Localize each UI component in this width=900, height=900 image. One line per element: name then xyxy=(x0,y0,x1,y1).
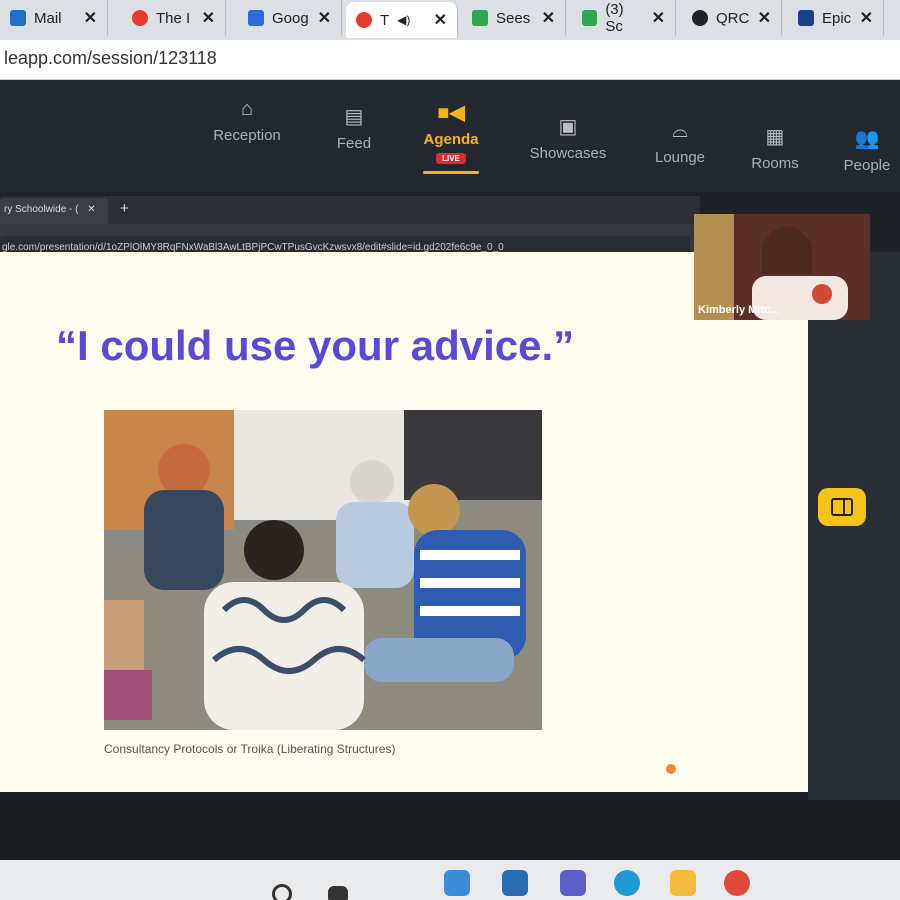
qr-icon xyxy=(692,10,708,26)
close-icon[interactable]: ✕ xyxy=(652,8,665,28)
active-underline xyxy=(423,171,479,174)
tab-label: Mail xyxy=(34,9,62,27)
close-icon[interactable]: ✕ xyxy=(434,10,447,30)
shared-browser-tabs: ry Schoolwide - ( ✕ + xyxy=(0,196,700,224)
group-discussion-photo xyxy=(104,410,542,730)
tab-label: T xyxy=(380,11,390,29)
close-icon[interactable]: ✕ xyxy=(84,8,97,28)
people-icon: 👥 xyxy=(854,128,880,150)
close-icon[interactable]: ✕ xyxy=(860,8,873,28)
speaker-icon[interactable]: ◀) xyxy=(397,13,410,27)
app-icon[interactable] xyxy=(444,870,470,896)
url-text[interactable]: leapp.com/session/123118 xyxy=(4,48,217,69)
red-dot-icon xyxy=(356,12,372,28)
chrome-icon[interactable] xyxy=(724,870,750,896)
nav-reception[interactable]: ⌂ Reception xyxy=(206,98,288,144)
feed-icon: ▤ xyxy=(344,106,364,128)
browser-tab-6[interactable]: (3) Sc ✕ xyxy=(572,0,676,36)
browser-tab-8[interactable]: Epic ✕ xyxy=(788,0,884,36)
close-icon[interactable]: ✕ xyxy=(202,8,215,28)
tab-label: Epic xyxy=(822,9,852,27)
address-bar[interactable]: leapp.com/session/123118 xyxy=(0,40,900,80)
browser-tab-7[interactable]: QRC ✕ xyxy=(682,0,782,36)
app-nav: ⌂ Reception ▤ Feed ■◀ Agenda LIVE ▣ Show… xyxy=(0,80,900,192)
tab-label: (3) Sc xyxy=(605,1,624,35)
browser-tab-2[interactable]: The I ✕ xyxy=(122,0,226,36)
tab-label: Goog xyxy=(272,9,309,27)
tab-label: Sees xyxy=(496,9,531,27)
right-panel xyxy=(808,252,900,800)
nav-lounge[interactable]: ⌓ Lounge xyxy=(652,120,708,166)
edge-icon[interactable] xyxy=(614,870,640,896)
new-tab-icon[interactable]: + xyxy=(120,200,129,217)
calendar-icon xyxy=(248,10,264,26)
close-icon[interactable]: ✕ xyxy=(87,204,95,215)
home-icon: ⌂ xyxy=(240,98,254,120)
nav-label: Lounge xyxy=(654,149,706,166)
laser-pointer-dot xyxy=(666,764,676,774)
bottom-area xyxy=(0,800,900,860)
green-bow-icon xyxy=(582,10,598,26)
browser-tab-mail[interactable]: Mail ✕ xyxy=(0,0,108,36)
shared-tab-label: ry Schoolwide - ( xyxy=(4,204,79,215)
slide-photo xyxy=(104,410,542,730)
slide-title: “I could use your advice.” xyxy=(56,322,575,369)
nav-label: Showcases xyxy=(529,145,607,162)
mail-app-icon[interactable] xyxy=(502,870,528,896)
task-view-icon[interactable] xyxy=(328,886,348,900)
epic-icon xyxy=(798,10,814,26)
browser-tab-3[interactable]: Goog ✕ xyxy=(238,0,342,36)
close-icon[interactable]: ✕ xyxy=(542,8,555,28)
presentation-slide: “I could use your advice.” Consultancy P… xyxy=(0,252,808,792)
nav-label: Reception xyxy=(213,127,281,144)
nav-agenda[interactable]: ■◀ Agenda LIVE xyxy=(416,100,486,174)
browser-tab-active[interactable]: T ◀) ✕ xyxy=(346,2,458,38)
slide-caption: Consultancy Protocols or Troika (Liberat… xyxy=(104,742,396,756)
close-icon[interactable]: ✕ xyxy=(758,8,771,28)
nav-feed[interactable]: ▤ Feed xyxy=(330,104,378,152)
folder-icon[interactable] xyxy=(670,870,696,896)
red-dot-icon xyxy=(132,10,148,26)
browser-tab-5[interactable]: Sees ✕ xyxy=(462,0,566,36)
rooms-icon: ▦ xyxy=(765,126,785,148)
teams-icon[interactable] xyxy=(560,870,586,896)
participant-name: Kimberly Mitc... xyxy=(698,304,780,316)
nav-showcases[interactable]: ▣ Showcases xyxy=(526,114,610,162)
shared-tab[interactable]: ry Schoolwide - ( ✕ xyxy=(0,198,108,224)
video-icon: ■◀ xyxy=(437,102,465,124)
store-icon: ▣ xyxy=(558,116,578,138)
nav-label: People xyxy=(843,157,891,174)
nav-label: Agenda xyxy=(423,131,479,148)
nav-label: Rooms xyxy=(751,155,799,172)
tab-label: The I xyxy=(156,9,191,27)
browser-tab-strip: Mail ✕ The I ✕ Goog ✕ T ◀) ✕ Sees ✕ (3) … xyxy=(0,0,900,40)
speaker-video[interactable]: Kimberly Mitc... xyxy=(694,214,870,320)
live-badge: LIVE xyxy=(436,153,466,164)
sofa-icon: ⌓ xyxy=(672,120,688,142)
nav-rooms[interactable]: ▦ Rooms xyxy=(750,124,800,172)
panel-icon xyxy=(831,498,853,516)
close-icon[interactable]: ✕ xyxy=(318,8,331,28)
outlook-icon xyxy=(10,10,26,26)
search-icon[interactable] xyxy=(272,884,292,900)
sidebar-toggle-button[interactable] xyxy=(818,488,866,526)
green-bow-icon xyxy=(472,10,488,26)
nav-people[interactable]: 👥 People xyxy=(842,126,892,174)
tab-label: QRC xyxy=(716,9,750,27)
nav-label: Feed xyxy=(336,135,372,152)
